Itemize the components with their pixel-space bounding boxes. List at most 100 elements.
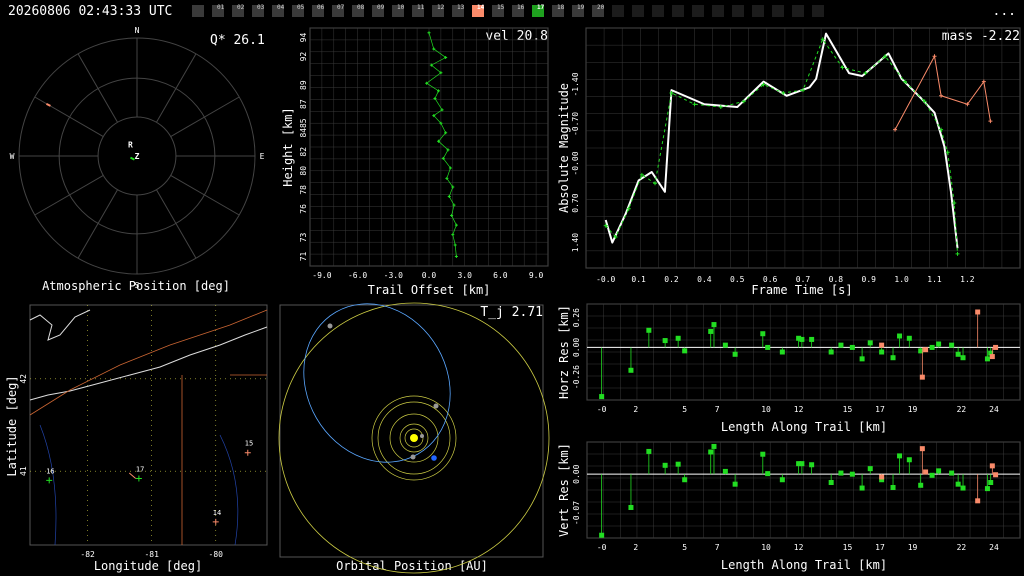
residual-point <box>732 481 738 487</box>
x-tick-label: 0.5 <box>730 275 745 284</box>
x-tick-label: 10 <box>761 405 771 414</box>
compass-label: E <box>260 152 265 161</box>
horz-residual-plot: Length Along Trail [km] Horz Res [km] -0… <box>557 303 1021 434</box>
residual-point <box>975 498 981 504</box>
height-point <box>447 195 451 199</box>
x-tick-label: 5 <box>682 405 687 414</box>
y-tick-label: 1.40 <box>571 233 580 252</box>
y-tick-label: 0.00 <box>572 338 581 357</box>
station-label: 15 <box>245 440 253 448</box>
residual-point <box>867 340 873 346</box>
x-tick-label: -82 <box>80 550 95 559</box>
residual-point <box>906 457 912 463</box>
track-mark <box>45 102 51 107</box>
height-point <box>454 223 458 227</box>
y-tick-label: 0.70 <box>571 193 580 212</box>
polar-spoke <box>77 189 118 259</box>
magnitude-point <box>988 119 993 124</box>
residual-point <box>879 342 885 348</box>
residual-point <box>838 342 844 348</box>
x-tick-label: 24 <box>989 543 999 552</box>
atmospheric-position-plot: Q* 26.1 Atmospheric Position [deg] NESWR… <box>10 26 265 293</box>
x-tick-label: 3.0 <box>457 271 472 280</box>
x-tick-label: 5 <box>682 543 687 552</box>
x-tick-label: 0.4 <box>697 275 712 284</box>
earth-marker <box>431 455 437 461</box>
planet-marker <box>420 434 424 438</box>
residual-point <box>936 341 942 347</box>
residual-point <box>646 327 652 333</box>
residual-point <box>867 466 873 472</box>
vel-label: vel 20.8 <box>485 29 548 44</box>
residual-point <box>890 485 896 491</box>
planet-marker <box>327 323 333 329</box>
plot-frame <box>29 304 268 546</box>
x-tick-label: -0 <box>597 405 607 414</box>
residual-point <box>955 481 961 487</box>
polar-spoke <box>156 53 197 123</box>
residual-point <box>890 355 896 361</box>
compass-label: W <box>10 152 15 161</box>
horz-xlabel: Length Along Trail [km] <box>721 420 887 434</box>
river-path <box>39 424 239 546</box>
x-tick-label: 15 <box>843 405 853 414</box>
polar-spoke <box>77 53 118 123</box>
mag-xlabel: Frame Time [s] <box>751 283 852 297</box>
residual-point <box>989 354 995 360</box>
x-tick-label: 6.0 <box>493 271 508 280</box>
y-tick-label: 82 <box>299 147 308 157</box>
residual-point <box>923 347 929 353</box>
magnitude-series-line <box>894 55 991 130</box>
ground-track <box>128 472 137 479</box>
orbit-plot: T_j 2.71 Orbital Position [AU] <box>278 302 550 574</box>
magnitude-point <box>955 251 960 256</box>
x-tick-label: 19 <box>908 543 918 552</box>
station-label: 16 <box>46 467 54 475</box>
residual-point <box>628 504 634 510</box>
residual-point <box>859 485 865 491</box>
residual-point <box>949 342 955 348</box>
height-point <box>451 233 455 237</box>
residual-point <box>897 453 903 459</box>
x-tick-label: 1.1 <box>927 275 942 284</box>
residual-point <box>599 394 605 400</box>
y-tick-label: -0.07 <box>572 501 581 525</box>
residual-point <box>732 351 738 357</box>
residual-point <box>799 336 805 342</box>
x-tick-label: 19 <box>908 405 918 414</box>
magnitude-plot: mass -2.22 Frame Time [s] Absolute Magni… <box>557 27 1021 297</box>
residual-point <box>779 349 785 355</box>
x-tick-label: 12 <box>794 543 804 552</box>
residual-point <box>799 461 805 467</box>
y-tick-label: 89 <box>299 80 308 90</box>
y-tick-label: 41 <box>19 466 28 476</box>
tj-label: T_j 2.71 <box>480 305 543 320</box>
x-tick-label: -3.0 <box>384 271 403 280</box>
polar-spoke <box>170 175 240 216</box>
x-tick-label: -9.0 <box>312 271 331 280</box>
residual-point <box>949 470 955 476</box>
residual-point <box>662 462 668 468</box>
zenith-mark: Z <box>135 152 140 161</box>
y-tick-label: 84 <box>299 128 308 138</box>
height-ylabel: Height [km] <box>281 107 295 186</box>
compass-label: S <box>135 281 140 290</box>
residual-point <box>722 342 728 348</box>
station-marker <box>244 449 251 456</box>
residual-point <box>929 472 935 478</box>
y-tick-label: 85 <box>299 118 308 128</box>
horz-ylabel: Horz Res [km] <box>557 305 571 399</box>
residual-point <box>919 446 925 452</box>
x-tick-label: 7 <box>715 405 720 414</box>
magnitude-point <box>932 54 937 59</box>
station-label: 17 <box>136 466 144 474</box>
residual-point <box>662 338 668 344</box>
x-tick-label: 0.1 <box>631 275 646 284</box>
polar-spoke <box>34 175 104 216</box>
y-tick-label: 92 <box>299 52 308 62</box>
x-tick-label: 0.8 <box>829 275 844 284</box>
residual-point <box>765 344 771 350</box>
residual-point <box>722 468 728 474</box>
zenith-mark: R <box>128 141 133 150</box>
y-tick-label: -0.26 <box>572 365 581 389</box>
